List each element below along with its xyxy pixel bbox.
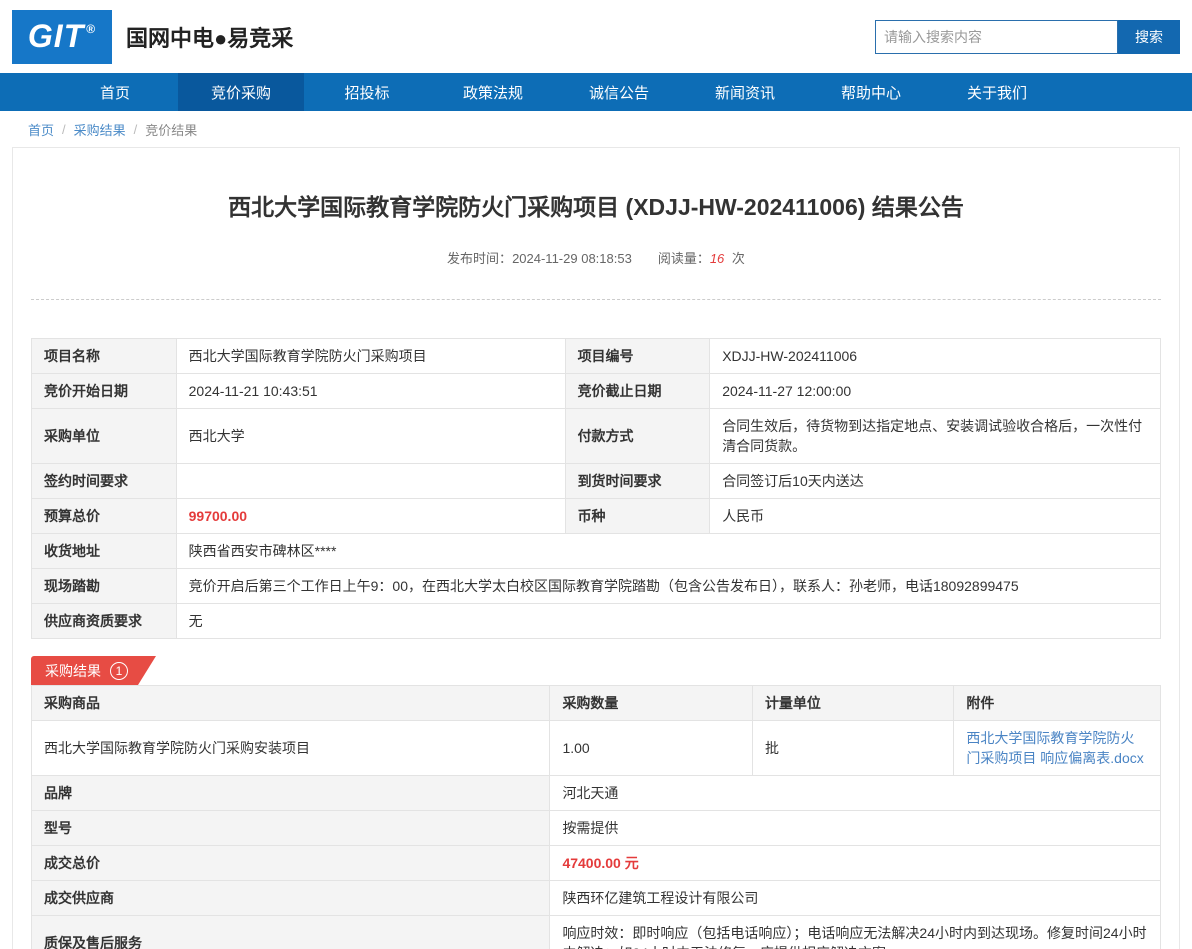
breadcrumb-separator: /	[134, 122, 138, 137]
address-value: 陕西省西安市碑林区****	[176, 534, 1160, 569]
git-logo[interactable]: GIT®	[12, 10, 112, 64]
warranty-value: 响应时效：即时响应（包括电话响应）；电话响应无法解决24小时内到达现场。修复时间…	[550, 916, 1161, 949]
table-row: 型号 按需提供	[32, 811, 1161, 846]
project-no-value: XDJJ-HW-202411006	[710, 339, 1161, 374]
breadcrumb-purchase-results[interactable]: 采购结果	[74, 120, 126, 139]
table-row: 签约时间要求 到货时间要求 合同签订后10天内送达	[32, 464, 1161, 499]
nav-item-home[interactable]: 首页	[52, 73, 178, 111]
project-no-label: 项目编号	[565, 339, 710, 374]
table-row: 西北大学国际教育学院防火门采购安装项目 1.00 批 西北大学国际教育学院防火门…	[32, 721, 1161, 776]
result-badge-wrap: 采购结果 1	[31, 656, 1161, 685]
badge-number-icon: 1	[110, 662, 128, 680]
dashed-divider	[31, 299, 1161, 300]
registered-mark-icon: ®	[86, 22, 96, 36]
product-value: 西北大学国际教育学院防火门采购安装项目	[32, 721, 550, 776]
supplier-label: 成交供应商	[32, 881, 550, 916]
qualification-label: 供应商资质要求	[32, 604, 177, 639]
search-area: 搜索	[875, 20, 1180, 54]
nav-item-bidding-purchase[interactable]: 竞价采购	[178, 73, 304, 111]
purchase-result-badge: 采购结果 1	[31, 656, 156, 685]
quantity-value: 1.00	[550, 721, 753, 776]
start-date-value: 2024-11-21 10:43:51	[176, 374, 565, 409]
model-label: 型号	[32, 811, 550, 846]
currency-value: 人民币	[710, 499, 1161, 534]
table-row: 供应商资质要求 无	[32, 604, 1161, 639]
table-row: 收货地址 陕西省西安市碑林区****	[32, 534, 1161, 569]
nav-item-help[interactable]: 帮助中心	[808, 73, 934, 111]
payment-label: 付款方式	[565, 409, 710, 464]
deal-price-value: 47400.00 元	[550, 846, 1161, 881]
nav-item-about[interactable]: 关于我们	[934, 73, 1060, 111]
nav-item-policy[interactable]: 政策法规	[430, 73, 556, 111]
start-date-label: 竞价开始日期	[32, 374, 177, 409]
delivery-time-label: 到货时间要求	[565, 464, 710, 499]
table-row: 预算总价 99700.00 币种 人民币	[32, 499, 1161, 534]
buyer-label: 采购单位	[32, 409, 177, 464]
table-row: 项目名称 西北大学国际教育学院防火门采购项目 项目编号 XDJJ-HW-2024…	[32, 339, 1161, 374]
table-row: 质保及售后服务 响应时效：即时响应（包括电话响应）；电话响应无法解决24小时内到…	[32, 916, 1161, 949]
nav-item-integrity[interactable]: 诚信公告	[556, 73, 682, 111]
table-row: 现场踏勘 竞价开启后第三个工作日上午9：00，在西北大学太白校区国际教育学院踏勘…	[32, 569, 1161, 604]
top-header: GIT® 国网中电●易竞采 搜索	[0, 0, 1192, 73]
payment-value: 合同生效后，待货物到达指定地点、安装调试验收合格后，一次性付清合同货款。	[710, 409, 1161, 464]
survey-value: 竞价开启后第三个工作日上午9：00，在西北大学太白校区国际教育学院踏勘（包含公告…	[176, 569, 1160, 604]
header-attachment: 附件	[954, 686, 1161, 721]
table-row: 采购单位 西北大学 付款方式 合同生效后，待货物到达指定地点、安装调试验收合格后…	[32, 409, 1161, 464]
table-header-row: 采购商品 采购数量 计量单位 附件	[32, 686, 1161, 721]
end-date-label: 竞价截止日期	[565, 374, 710, 409]
page-title: 西北大学国际教育学院防火门采购项目 (XDJJ-HW-202411006) 结果…	[31, 148, 1161, 220]
end-date-value: 2024-11-27 12:00:00	[710, 374, 1161, 409]
table-row: 成交供应商 陕西环亿建筑工程设计有限公司	[32, 881, 1161, 916]
sign-time-label: 签约时间要求	[32, 464, 177, 499]
sign-time-value	[176, 464, 565, 499]
deal-price-label: 成交总价	[32, 846, 550, 881]
budget-label: 预算总价	[32, 499, 177, 534]
address-label: 收货地址	[32, 534, 177, 569]
views-label: 阅读量：	[658, 251, 710, 266]
header-unit: 计量单位	[752, 686, 953, 721]
brand-label: 品牌	[32, 776, 550, 811]
breadcrumb-current: 竞价结果	[145, 120, 197, 139]
survey-label: 现场踏勘	[32, 569, 177, 604]
model-value: 按需提供	[550, 811, 1161, 846]
header-quantity: 采购数量	[550, 686, 753, 721]
search-input[interactable]	[875, 20, 1118, 54]
views-unit: 次	[732, 251, 745, 266]
views-count: 16	[710, 251, 724, 266]
main-nav: 首页 竞价采购 招投标 政策法规 诚信公告 新闻资讯 帮助中心 关于我们	[0, 73, 1192, 111]
currency-label: 币种	[565, 499, 710, 534]
logo-text: GIT	[28, 18, 84, 55]
buyer-value: 西北大学	[176, 409, 565, 464]
breadcrumb-home[interactable]: 首页	[28, 120, 54, 139]
supplier-value: 陕西环亿建筑工程设计有限公司	[550, 881, 1161, 916]
nav-item-tender[interactable]: 招投标	[304, 73, 430, 111]
article-meta: 发布时间：2024-11-29 08:18:53 阅读量：16 次	[31, 248, 1161, 267]
brand-value: 河北天通	[550, 776, 1161, 811]
unit-value: 批	[752, 721, 953, 776]
publish-time: 2024-11-29 08:18:53	[512, 251, 632, 266]
search-button[interactable]: 搜索	[1118, 20, 1180, 54]
breadcrumb-separator: /	[62, 122, 66, 137]
nav-item-news[interactable]: 新闻资讯	[682, 73, 808, 111]
table-row: 品牌 河北天通	[32, 776, 1161, 811]
warranty-label: 质保及售后服务	[32, 916, 550, 949]
brand-title: 国网中电●易竞采	[126, 21, 293, 53]
badge-label: 采购结果	[45, 661, 101, 681]
project-name-label: 项目名称	[32, 339, 177, 374]
attachment-link[interactable]: 西北大学国际教育学院防火门采购项目 响应偏离表.docx	[966, 730, 1143, 766]
content-card: 西北大学国际教育学院防火门采购项目 (XDJJ-HW-202411006) 结果…	[12, 147, 1180, 949]
breadcrumb: 首页 / 采购结果 / 竞价结果	[0, 111, 1192, 147]
qualification-value: 无	[176, 604, 1160, 639]
header-product: 采购商品	[32, 686, 550, 721]
project-info-table: 项目名称 西北大学国际教育学院防火门采购项目 项目编号 XDJJ-HW-2024…	[31, 338, 1161, 639]
publish-time-label: 发布时间：	[447, 251, 512, 266]
table-row: 成交总价 47400.00 元	[32, 846, 1161, 881]
project-name-value: 西北大学国际教育学院防火门采购项目	[176, 339, 565, 374]
delivery-time-value: 合同签订后10天内送达	[710, 464, 1161, 499]
purchase-result-table: 采购商品 采购数量 计量单位 附件 西北大学国际教育学院防火门采购安装项目 1.…	[31, 685, 1161, 949]
table-row: 竞价开始日期 2024-11-21 10:43:51 竞价截止日期 2024-1…	[32, 374, 1161, 409]
budget-value: 99700.00	[176, 499, 565, 534]
